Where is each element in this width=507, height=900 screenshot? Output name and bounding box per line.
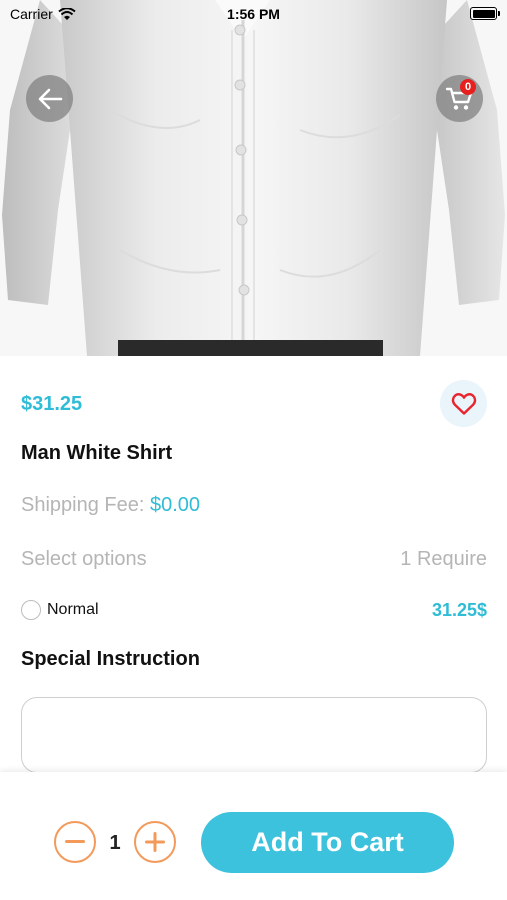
plus-circle-icon xyxy=(145,832,165,852)
status-bar: Carrier 1:56 PM xyxy=(0,0,507,28)
select-options-title: Select options xyxy=(21,548,147,570)
special-instruction-input[interactable] xyxy=(21,697,487,773)
shirt-illustration xyxy=(0,0,507,356)
option-radio[interactable] xyxy=(21,600,41,620)
back-button[interactable] xyxy=(26,75,73,122)
cart-button[interactable]: 0 xyxy=(436,75,483,122)
options-requirement: 1 Require xyxy=(400,548,487,570)
shipping-fee-label: Shipping Fee: xyxy=(21,494,145,516)
product-name: Man White Shirt xyxy=(21,442,173,464)
product-image xyxy=(0,0,507,356)
favorite-button[interactable] xyxy=(440,380,487,427)
option-label: Normal xyxy=(47,601,99,618)
battery-icon xyxy=(470,7,500,20)
special-instruction-heading: Special Instruction xyxy=(21,648,200,670)
add-to-cart-button[interactable]: Add To Cart xyxy=(201,812,454,873)
minus-circle-icon xyxy=(65,840,85,843)
option-item[interactable]: Normal 31.25$ xyxy=(21,598,487,622)
option-price: 31.25$ xyxy=(431,600,487,620)
heart-outline-icon xyxy=(451,392,476,415)
quantity-value: 1 xyxy=(109,832,121,854)
cart-count-badge: 0 xyxy=(460,79,476,95)
shipping-fee-value: $0.00 xyxy=(149,494,201,516)
shipping-fee: Shipping Fee: $0.00 xyxy=(21,494,200,517)
battery-level xyxy=(472,9,495,18)
arrow-left-icon xyxy=(38,88,62,109)
quantity-decrease-button[interactable] xyxy=(54,821,96,863)
status-time: 1:56 PM xyxy=(227,6,280,22)
quantity-increase-button[interactable] xyxy=(134,821,176,863)
bottom-action-bar: 1 Add To Cart xyxy=(0,772,507,900)
product-price: $31.25 xyxy=(21,393,83,415)
